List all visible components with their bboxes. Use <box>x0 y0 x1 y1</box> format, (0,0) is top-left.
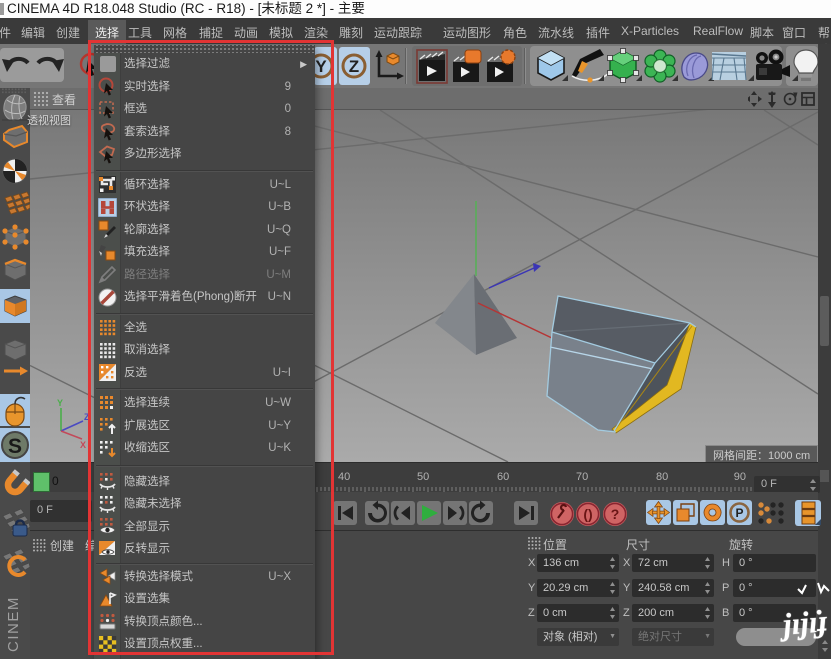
svg-text:?: ? <box>611 506 620 522</box>
svg-text:90: 90 <box>734 471 746 483</box>
svg-text:Z: Z <box>349 57 359 76</box>
svg-text:70: 70 <box>576 471 588 483</box>
svg-text:S: S <box>8 435 22 458</box>
svg-text:P: P <box>735 506 743 520</box>
svg-text:Y: Y <box>57 398 63 408</box>
svg-text:80: 80 <box>656 471 668 483</box>
svg-text:(): () <box>583 506 592 522</box>
svg-text:CINEM: CINEM <box>5 596 22 652</box>
svg-text:40: 40 <box>338 471 350 483</box>
svg-text:60: 60 <box>497 471 509 483</box>
svg-text:50: 50 <box>417 471 429 483</box>
svg-text:X: X <box>80 440 86 450</box>
